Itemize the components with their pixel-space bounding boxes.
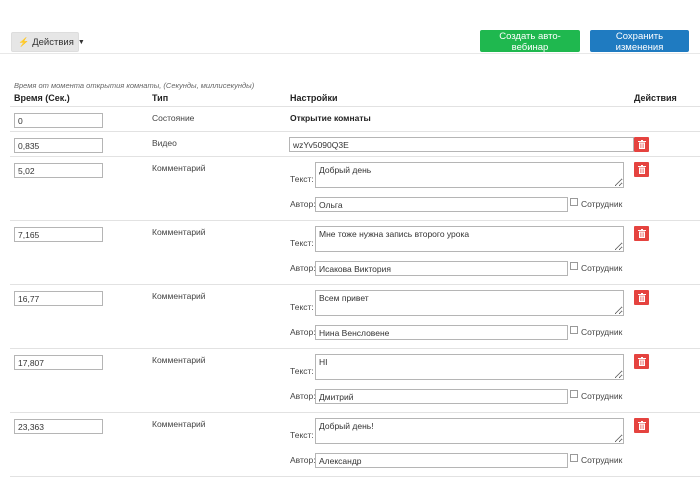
author-label: Автор: [290,263,316,273]
actions-dropdown-label: Действия [32,36,74,48]
author-label: Автор: [290,455,316,465]
video-id-input[interactable] [289,137,634,152]
state-setting: Открытие комнаты [290,113,371,123]
text-label: Текст: [290,174,314,184]
employee-checkbox[interactable] [570,262,578,270]
type-label: Комментарий [152,163,206,173]
time-input[interactable] [14,291,103,306]
trash-icon [637,421,646,430]
table-row: Комментарий Текст: Мне тоже нужна запись… [10,221,700,285]
type-label: Комментарий [152,419,206,429]
header-type: Тип [152,93,169,103]
toolbar: ⚡ Действия ▼ Создать авто-вебинар Сохран… [0,0,700,54]
save-changes-button[interactable]: Сохранить изменения [590,30,689,53]
type-label: Комментарий [152,355,206,365]
delete-button[interactable] [634,290,649,305]
time-input[interactable] [14,227,103,242]
comment-text-area[interactable]: Добрый день [315,162,624,188]
author-input[interactable] [315,261,568,276]
employee-checkbox[interactable] [570,326,578,334]
delete-button[interactable] [634,162,649,177]
time-input[interactable] [14,355,103,370]
author-input[interactable] [315,325,568,340]
comment-text-area[interactable]: Мне тоже нужна запись второго урока [315,226,624,252]
comment-text-area[interactable]: Добрый день! [315,418,624,444]
table-row: Видео [10,132,700,157]
employee-label: Сотрудник [581,455,623,465]
time-input[interactable] [14,419,103,434]
type-label: Комментарий [152,227,206,237]
employee-label: Сотрудник [581,199,623,209]
table-row: Состояние Открытие комнаты [10,107,700,132]
employee-checkbox[interactable] [570,454,578,462]
time-hint: Время от момента открытия комнаты, (Секу… [14,81,255,90]
author-input[interactable] [315,453,568,468]
time-input[interactable] [14,113,103,128]
time-input[interactable] [14,163,103,178]
trash-icon [637,140,646,149]
header-settings: Настройки [290,93,338,103]
author-label: Автор: [290,327,316,337]
trash-icon [637,229,646,238]
delete-button[interactable] [634,137,649,152]
text-label: Текст: [290,238,314,248]
type-label: Состояние [152,113,195,123]
header-time: Время (Сек.) [14,93,70,103]
actions-dropdown-button[interactable]: ⚡ Действия ▼ [11,32,85,52]
author-input[interactable] [315,197,568,212]
text-label: Текст: [290,430,314,440]
employee-checkbox[interactable] [570,390,578,398]
author-label: Автор: [290,199,316,209]
text-label: Текст: [290,366,314,376]
trash-icon [637,165,646,174]
table-row: Комментарий Текст: HI Автор: Сотрудник [10,349,700,413]
employee-label: Сотрудник [581,327,623,337]
time-input[interactable] [14,138,103,153]
table-row: Комментарий Текст: Всем привет Автор: Со… [10,285,700,349]
header-actions: Действия [634,93,677,103]
trash-icon [637,357,646,366]
type-label: Комментарий [152,291,206,301]
caret-down-icon: ▼ [77,38,85,46]
delete-button[interactable] [634,418,649,433]
lightning-icon: ⚡ [18,36,30,47]
trash-icon [637,293,646,302]
author-input[interactable] [315,389,568,404]
type-label: Видео [152,138,177,148]
employee-label: Сотрудник [581,263,623,273]
delete-button[interactable] [634,354,649,369]
comment-text-area[interactable]: Всем привет [315,290,624,316]
comment-text-area[interactable]: HI [315,354,624,380]
create-autowebinar-button[interactable]: Создать авто-вебинар [480,30,580,53]
employee-checkbox[interactable] [570,198,578,206]
table-row: Комментарий Текст: Добрый день! Автор: С… [10,413,700,477]
text-label: Текст: [290,302,314,312]
delete-button[interactable] [634,226,649,241]
table-row: Комментарий Текст: Добрый день Автор: Со… [10,157,700,221]
employee-label: Сотрудник [581,391,623,401]
author-label: Автор: [290,391,316,401]
